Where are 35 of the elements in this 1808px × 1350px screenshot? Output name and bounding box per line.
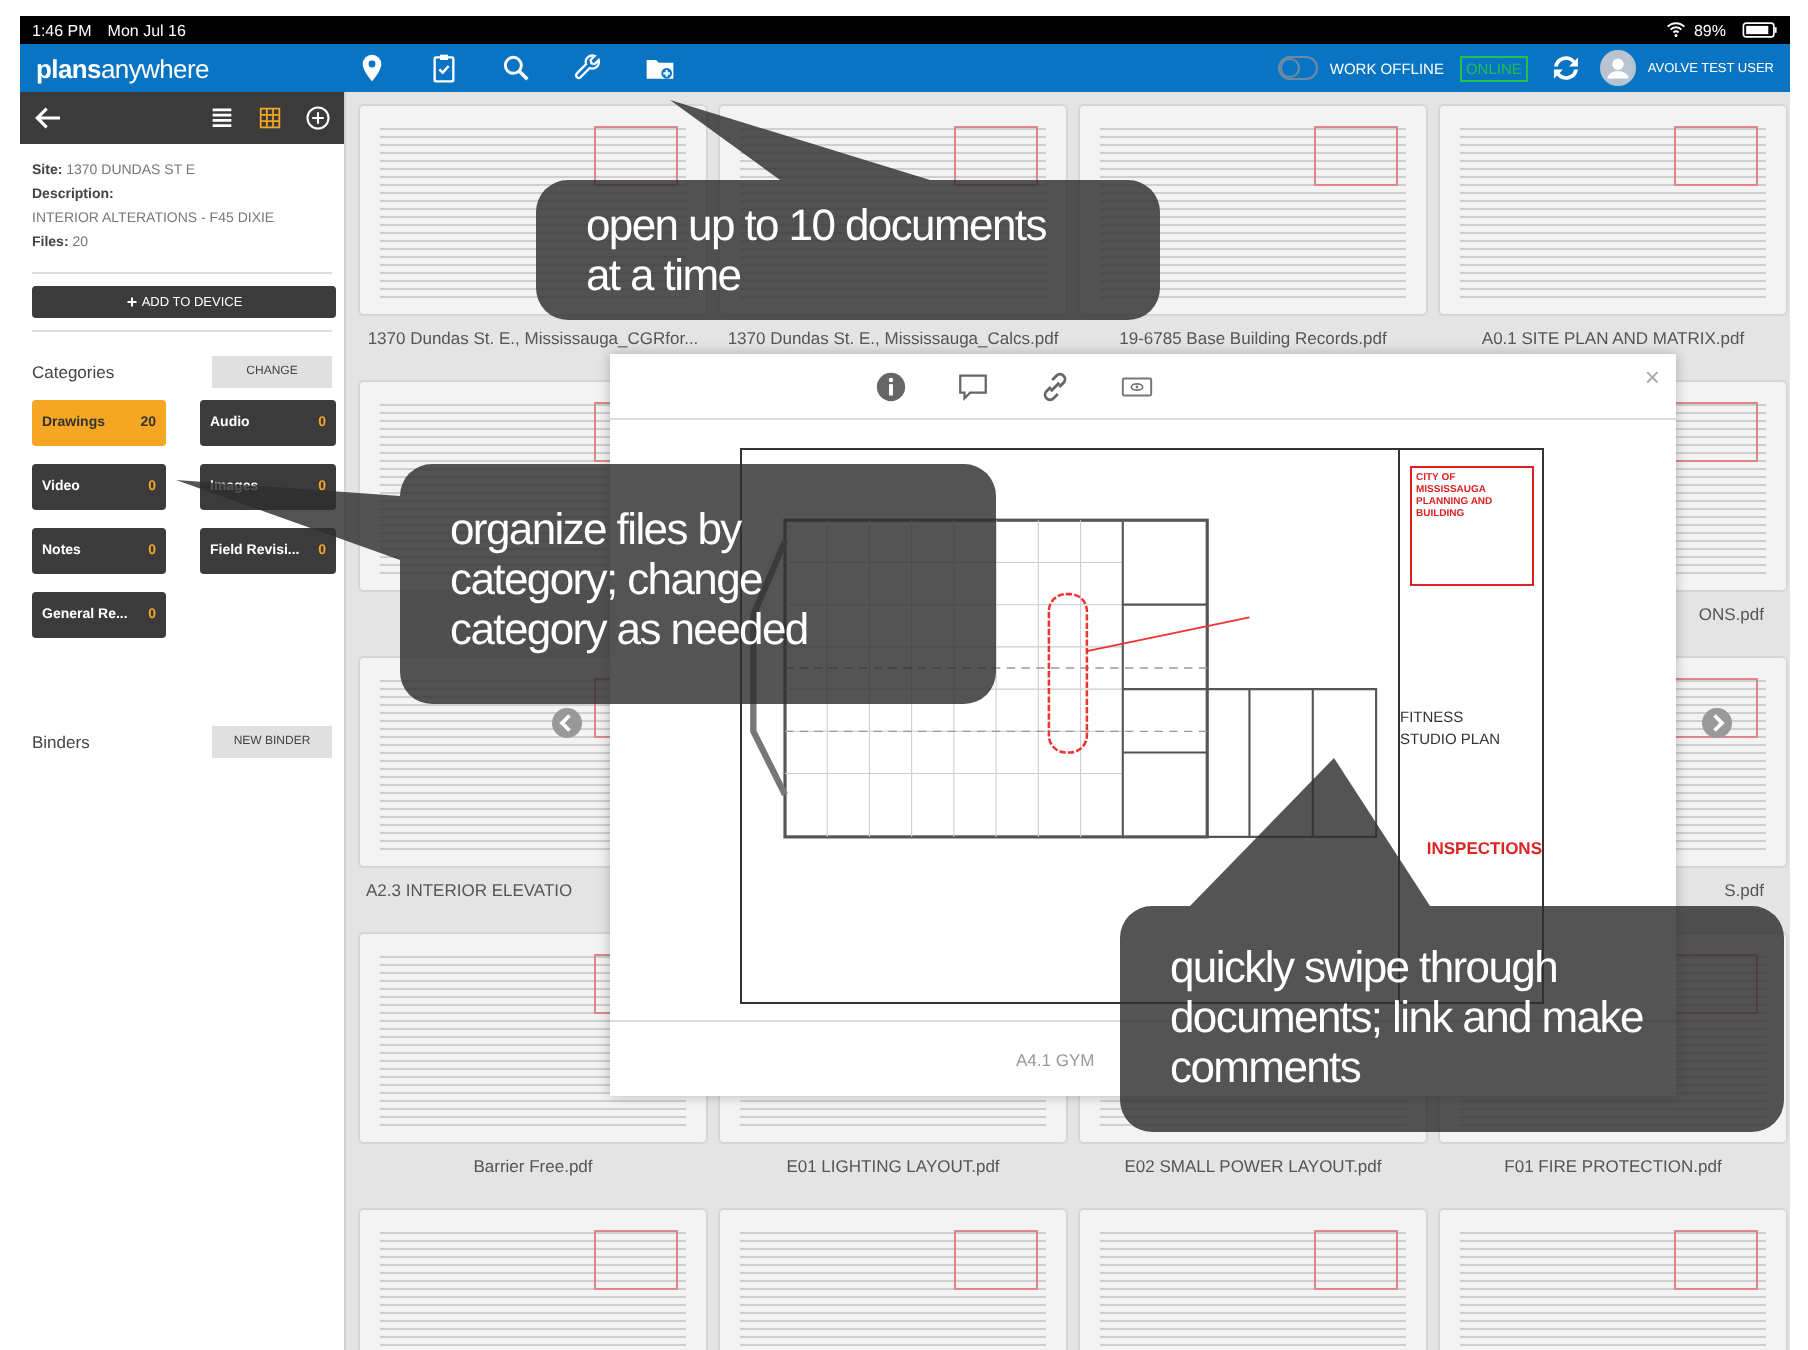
avatar-icon[interactable] xyxy=(1599,50,1636,86)
app-logo: plansanywhere xyxy=(36,53,211,83)
inspection-stamp: INSPECTIONS xyxy=(1426,838,1542,858)
clipboard-icon[interactable] xyxy=(428,52,460,84)
callout-tooltip: organize files by category; change category as needed xyxy=(400,464,996,704)
add-circle-icon[interactable] xyxy=(304,104,332,132)
work-offline-toggle[interactable] xyxy=(1277,56,1318,80)
grid-icon[interactable] xyxy=(256,104,284,132)
wrench-icon[interactable] xyxy=(572,52,604,84)
binders-heading: Binders xyxy=(32,732,90,752)
file-name[interactable]: 19-6785 Base Building Records.pdf xyxy=(1119,328,1387,348)
file-name[interactable]: E01 LIGHTING LAYOUT.pdf xyxy=(786,1156,1000,1176)
categories-heading: Categories xyxy=(32,362,115,382)
file-name[interactable]: Barrier Free.pdf xyxy=(473,1156,593,1176)
battery-percentage: 89% xyxy=(1693,21,1726,39)
document-thumbnail[interactable] xyxy=(1438,104,1788,316)
plus-icon xyxy=(125,296,138,308)
back-arrow-icon[interactable] xyxy=(32,102,64,134)
info-icon[interactable] xyxy=(873,369,907,403)
file-name[interactable]: A0.1 SITE PLAN AND MATRIX.pdf xyxy=(1481,328,1745,348)
file-name[interactable]: ONS.pdf xyxy=(1698,604,1764,624)
search-icon[interactable] xyxy=(500,52,532,84)
wifi-icon xyxy=(1665,20,1686,40)
document-caption: A4.1 GYM xyxy=(1016,1050,1095,1070)
status-time: 1:46 PM xyxy=(32,21,92,39)
comment-icon[interactable] xyxy=(955,369,989,403)
file-name[interactable]: F01 FIRE PROTECTION.pdf xyxy=(1504,1156,1722,1176)
list-icon[interactable] xyxy=(208,104,236,132)
status-date: Mon Jul 16 xyxy=(107,21,186,39)
file-name[interactable]: E02 SMALL POWER LAYOUT.pdf xyxy=(1124,1156,1382,1176)
file-name[interactable]: 1370 Dundas St. E., Mississauga_Calcs.pdf xyxy=(727,328,1059,348)
file-name[interactable]: S.pdf xyxy=(1724,880,1764,900)
file-name[interactable]: A2.3 INTERIOR ELEVATIO xyxy=(366,880,573,900)
battery-icon xyxy=(1742,20,1778,40)
file-name[interactable]: 1370 Dundas St. E., Mississauga_CGRfor... xyxy=(367,328,699,348)
